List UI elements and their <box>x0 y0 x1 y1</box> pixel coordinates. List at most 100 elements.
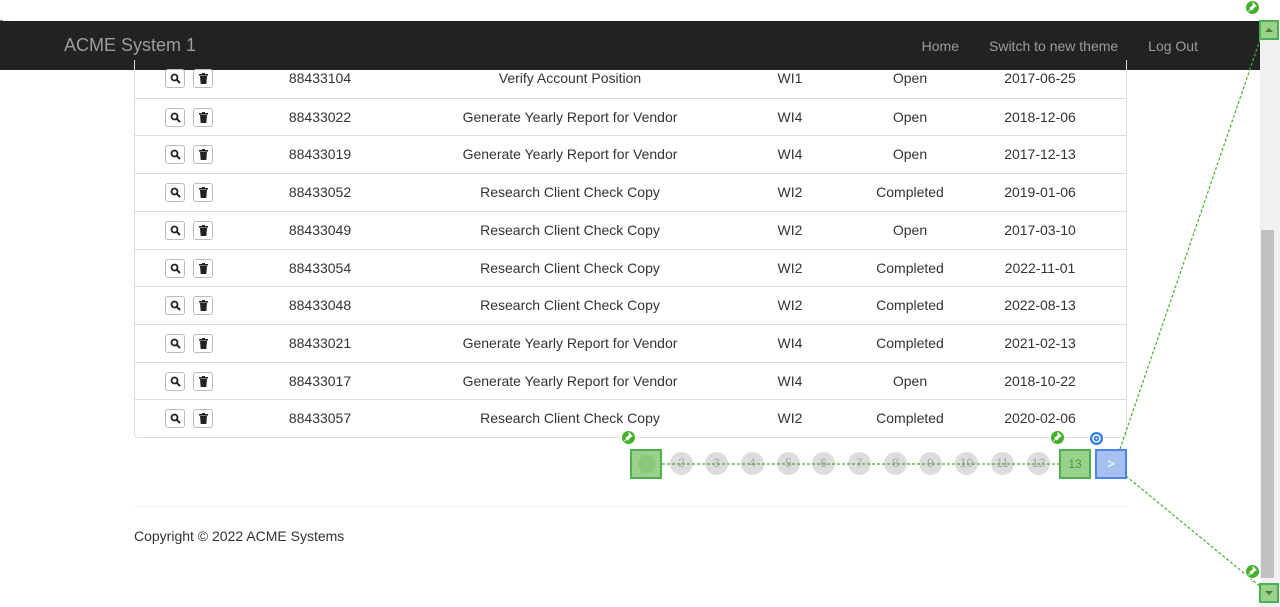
search-icon <box>170 149 181 161</box>
item-id: 88433048 <box>288 297 352 314</box>
delete-button[interactable] <box>193 333 213 353</box>
pin-icon <box>1245 564 1260 579</box>
table-row: 88433052 Research Client Check Copy WI2 Com… <box>135 173 1126 211</box>
view-button[interactable] <box>165 183 185 203</box>
search-icon <box>170 413 181 425</box>
delete-button[interactable] <box>193 107 213 127</box>
page-7-button[interactable]: 7 <box>848 452 871 475</box>
view-button[interactable] <box>165 333 185 353</box>
item-id: 88433104 <box>288 70 352 86</box>
item-status: Completed <box>876 334 944 351</box>
item-status: Completed <box>876 259 944 276</box>
item-type: WI1 <box>777 70 803 86</box>
row-actions <box>165 60 217 97</box>
item-type: WI2 <box>777 410 803 427</box>
item-id: 88433052 <box>288 184 352 201</box>
page-3-button[interactable]: 3 <box>705 452 728 475</box>
item-type: WI2 <box>777 221 803 238</box>
page-4-button[interactable]: 4 <box>741 452 764 475</box>
view-button[interactable] <box>165 107 185 127</box>
page-2-button[interactable]: 2 <box>670 452 693 475</box>
item-title: Research Client Check Copy <box>480 259 660 276</box>
trash-icon <box>198 224 208 236</box>
search-icon <box>170 338 181 349</box>
scrollbar-thumb[interactable] <box>1261 230 1274 578</box>
view-button[interactable] <box>165 296 185 316</box>
arrow-up-icon <box>1265 28 1273 32</box>
trash-icon <box>198 262 208 274</box>
page-1-indicator <box>638 455 656 473</box>
item-status: Open <box>892 146 928 163</box>
delete-button[interactable] <box>193 409 213 429</box>
copyright-text: Copyright © 2022 ACME Systems <box>134 528 345 544</box>
view-button[interactable] <box>165 145 185 165</box>
item-type: WI4 <box>777 372 803 389</box>
nav-switch-theme-link[interactable]: Switch to new theme <box>989 38 1118 54</box>
search-icon <box>170 376 181 387</box>
page-12-button[interactable]: 12 <box>1027 452 1050 475</box>
item-status: Open <box>892 70 928 86</box>
brand-link[interactable]: ACME System 1 <box>64 35 196 56</box>
delete-button[interactable] <box>193 296 213 316</box>
view-button[interactable] <box>165 69 185 88</box>
table-row: 88433022 Generate Yearly Report for Vendo… <box>135 97 1126 136</box>
page-8-button[interactable]: 8 <box>884 452 907 475</box>
item-id: 88433049 <box>288 221 352 238</box>
trash-icon <box>198 73 208 84</box>
item-title: Generate Yearly Report for Vendor <box>462 108 678 125</box>
item-id: 88433019 <box>288 146 352 163</box>
view-button[interactable] <box>165 220 185 240</box>
scroll-down-button[interactable] <box>1259 583 1279 603</box>
table-row: 88433048 Research Client Check Copy WI2 Com… <box>135 286 1126 324</box>
nav-home-link[interactable]: Home <box>922 38 959 54</box>
delete-button[interactable] <box>193 258 213 278</box>
next-page-button[interactable]: > <box>1095 449 1127 479</box>
scroll-up-button[interactable] <box>1259 20 1279 40</box>
page-10-button[interactable]: 10 <box>955 452 978 475</box>
item-id: 88433054 <box>288 259 352 276</box>
item-title: Generate Yearly Report for Vendor <box>462 146 678 163</box>
table-row: 88433017 Generate Yearly Report for Vendo… <box>135 361 1126 400</box>
delete-button[interactable] <box>193 183 213 203</box>
page-5-button[interactable]: 5 <box>777 452 800 475</box>
delete-button[interactable] <box>193 220 213 240</box>
item-date: 2019-01-06 <box>1004 184 1076 201</box>
item-status: Open <box>892 372 928 389</box>
item-status: Completed <box>876 184 944 201</box>
item-date: 2017-12-13 <box>1004 146 1076 163</box>
view-button[interactable] <box>165 258 185 278</box>
delete-button[interactable] <box>193 145 213 165</box>
page-6-button[interactable]: 6 <box>812 452 835 475</box>
trash-icon <box>198 111 208 123</box>
view-button[interactable] <box>165 409 185 429</box>
nav-logout-link[interactable]: Log Out <box>1148 38 1198 54</box>
search-icon <box>170 187 181 198</box>
delete-button[interactable] <box>193 371 213 391</box>
trash-icon <box>198 300 208 312</box>
table-row: 88433049 Research Client Check Copy WI2 Ope… <box>135 210 1126 249</box>
row-actions <box>165 136 217 173</box>
table-row: 88433019 Generate Yearly Report for Vendo… <box>135 135 1126 173</box>
table-row: 88433054 Research Client Check Copy WI2 Com… <box>135 248 1126 287</box>
delete-button[interactable] <box>193 69 213 88</box>
item-title: Generate Yearly Report for Vendor <box>462 334 678 351</box>
item-date: 2017-06-25 <box>1004 70 1076 86</box>
item-id: 88433022 <box>288 108 352 125</box>
work-items-table: 88433104 Verify Account Position WI1 Open 20… <box>134 60 1127 438</box>
table-row: 88433104 Verify Account Position WI1 Open 20… <box>135 60 1126 98</box>
item-title: Research Client Check Copy <box>480 221 660 238</box>
page-13-button[interactable]: 13 <box>1059 449 1091 479</box>
page-11-button[interactable]: 11 <box>991 452 1014 475</box>
page-1-button[interactable] <box>630 449 662 479</box>
view-button[interactable] <box>165 371 185 391</box>
item-status: Completed <box>876 410 944 427</box>
item-date: 2021-02-13 <box>1004 334 1076 351</box>
item-type: WI2 <box>777 184 803 201</box>
row-actions <box>165 325 217 362</box>
item-type: WI4 <box>777 146 803 163</box>
item-date: 2020-02-06 <box>1004 410 1076 427</box>
item-id: 88433021 <box>288 334 352 351</box>
page-9-button[interactable]: 9 <box>919 452 942 475</box>
trash-icon <box>198 187 208 199</box>
item-title: Research Client Check Copy <box>480 297 660 314</box>
